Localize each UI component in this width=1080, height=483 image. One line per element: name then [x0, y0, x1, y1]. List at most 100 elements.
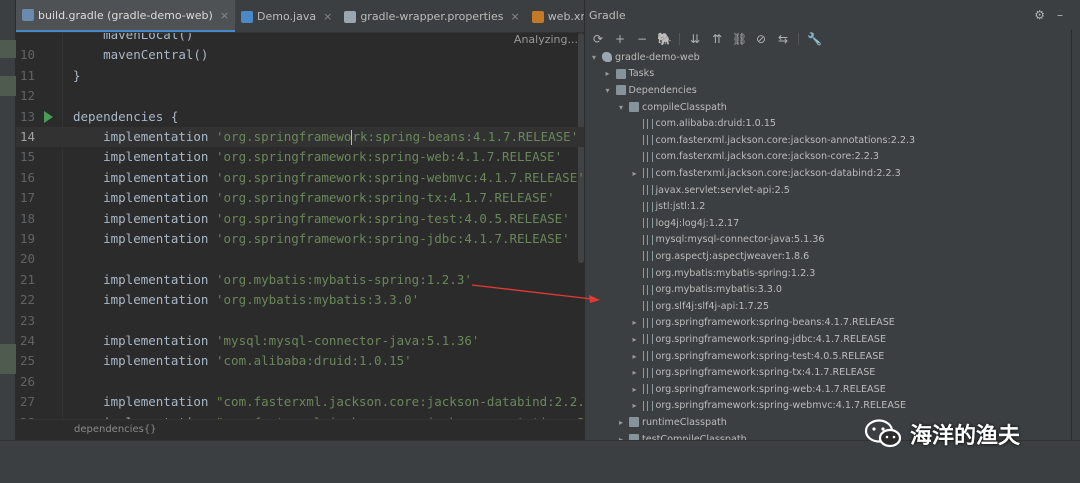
show-dependencies-icon[interactable]: ⇆	[776, 32, 790, 46]
string-literal: 'org.springframework:spring-jdbc:4.1.7.R…	[216, 231, 570, 246]
tree-node[interactable]: ▸ org.springframework:spring-web:4.1.7.RE…	[630, 381, 885, 398]
xml-file-icon	[531, 10, 544, 23]
tree-node[interactable]: ▾ Dependencies	[603, 82, 696, 99]
expand-all-icon[interactable]: ⇊	[688, 32, 702, 46]
tree-node[interactable]: org.mybatis:mybatis-spring:1.2.3	[630, 265, 815, 282]
tree-node[interactable]: ▸ com.fasterxml.jackson.core:jackson-data…	[630, 165, 900, 182]
code-text: implementation "com.fasterxml.jackson.co…	[73, 392, 584, 412]
expand-arrow-icon[interactable]: ▾	[589, 53, 599, 62]
code-line[interactable]: 20	[16, 249, 584, 269]
tree-node[interactable]: ▸ org.springframework:spring-webmvc:4.1.7…	[630, 398, 906, 415]
expand-arrow-icon[interactable]: ▾	[616, 103, 626, 112]
breadcrumb[interactable]: dependencies{}	[16, 419, 584, 440]
minimize-icon[interactable]: –	[1057, 8, 1063, 22]
settings-wrench-icon[interactable]: 🔧	[807, 32, 822, 46]
code-line[interactable]: 21 implementation 'org.mybatis:mybatis-s…	[16, 270, 584, 290]
code-line[interactable]: 17 implementation 'org.springframework:s…	[16, 188, 584, 208]
tree-node[interactable]: ▸ testCompileClasspath	[616, 431, 747, 440]
collapse-arrow-icon[interactable]: ▸	[630, 335, 640, 344]
folder-icon	[615, 68, 626, 79]
library-icon	[642, 251, 653, 262]
code-line[interactable]: 27 implementation "com.fasterxml.jackson…	[16, 392, 584, 412]
code-line[interactable]: 16 implementation 'org.springframework:s…	[16, 168, 584, 188]
tree-node[interactable]: ▸ org.springframework:spring-beans:4.1.7.…	[630, 315, 894, 332]
tree-node-label: org.slf4j:slf4j-api:1.7.25	[655, 300, 769, 312]
add-icon[interactable]: +	[613, 32, 627, 46]
link-project-icon[interactable]: ⛓	[732, 32, 747, 46]
line-number: 25	[19, 353, 35, 369]
collapse-all-icon[interactable]: ⇈	[710, 32, 724, 46]
collapse-arrow-icon[interactable]: ▸	[616, 418, 626, 427]
string-literal: 'org.springframework:spring-test:4.0.5.R…	[216, 210, 570, 226]
remove-icon[interactable]: −	[635, 32, 649, 46]
collapse-arrow-icon[interactable]: ▸	[630, 352, 640, 361]
tree-node[interactable]: com.alibaba:druid:1.0.15	[630, 115, 776, 132]
collapse-arrow-icon[interactable]: ▸	[630, 401, 640, 410]
library-icon	[642, 201, 653, 212]
code-line[interactable]: 19 implementation 'org.springframework:s…	[16, 229, 584, 249]
line-number: 19	[19, 231, 35, 246]
collapse-arrow-icon[interactable]: ▸	[603, 69, 613, 78]
code-line[interactable]: 10 mavenCentral()	[16, 45, 584, 65]
close-icon[interactable]: ×	[323, 10, 332, 23]
code-line[interactable]: 24 implementation 'mysql:mysql-connector…	[16, 331, 584, 351]
code-line[interactable]: 23	[16, 311, 584, 331]
close-icon[interactable]: ×	[220, 9, 229, 22]
code-line[interactable]: 26	[16, 372, 584, 392]
tree-node[interactable]: ▾ compileClasspath	[616, 99, 727, 116]
gradle-icon	[22, 9, 34, 21]
gear-icon[interactable]: ⚙	[1034, 8, 1045, 22]
code-line[interactable]: 25 implementation 'com.alibaba:druid:1.0…	[16, 351, 584, 371]
library-icon	[642, 234, 653, 245]
collapse-arrow-icon[interactable]: ▸	[630, 169, 640, 178]
tree-node[interactable]: ▸ org.springframework:spring-jdbc:4.1.7.R…	[630, 331, 886, 348]
code-line[interactable]: mavenLocal()	[16, 33, 584, 45]
tree-node[interactable]: ▸ runtimeClasspath	[616, 414, 727, 431]
code-text: implementation 'com.alibaba:druid:1.0.15…	[73, 351, 412, 371]
close-icon[interactable]: ×	[510, 10, 519, 23]
editor-tab[interactable]: Demo.java ×	[235, 0, 338, 32]
code-line[interactable]: 22 implementation 'org.mybatis:mybatis:3…	[16, 290, 584, 310]
tree-node[interactable]: javax.servlet:servlet-api:2.5	[630, 182, 790, 199]
tree-node[interactable]: ▾ gradle-demo-web	[589, 49, 700, 66]
code-line[interactable]: 13 dependencies {	[16, 107, 584, 127]
tree-node[interactable]: com.fasterxml.jackson.core:jackson-core:…	[630, 149, 879, 166]
tree-node[interactable]: ▸ org.springframework:spring-test:4.0.5.R…	[630, 348, 885, 365]
code-editor[interactable]: Analyzing... mavenLocal() 10 mavenCentral…	[16, 33, 584, 419]
code-token: dependencies {	[73, 108, 179, 124]
tree-node[interactable]: ▸ org.springframework:spring-tx:4.1.7.REL…	[630, 364, 875, 381]
tree-node-label: Tasks	[628, 68, 655, 80]
tree-node-label: org.mybatis:mybatis:3.3.0	[655, 284, 783, 296]
code-line[interactable]: 12	[16, 86, 584, 106]
run-icon[interactable]	[44, 110, 53, 123]
code-line[interactable]: 14 implementation 'org.springframework:s…	[16, 127, 584, 147]
execute-task-icon[interactable]: 🐘	[657, 32, 672, 46]
offline-mode-icon[interactable]: ⊘	[754, 32, 768, 46]
code-line[interactable]: 11}	[16, 66, 584, 86]
reload-icon[interactable]: ⟳	[591, 32, 605, 46]
collapse-arrow-icon[interactable]: ▸	[630, 368, 640, 377]
collapse-arrow-icon[interactable]: ▸	[630, 318, 640, 327]
expand-arrow-icon[interactable]: ▾	[603, 86, 613, 95]
java-class-icon	[241, 10, 254, 23]
tree-node[interactable]: ▸ Tasks	[603, 66, 655, 83]
code-line[interactable]: 18 implementation 'org.springframework:s…	[16, 209, 584, 229]
library-icon	[642, 351, 653, 362]
tree-node[interactable]: mysql:mysql-connector-java:5.1.36	[630, 232, 825, 249]
code-token: implementation	[73, 353, 216, 369]
editor-tab[interactable]: web.xml×	[526, 0, 584, 32]
editor-tab[interactable]: gradle-wrapper.properties ×	[338, 0, 525, 32]
editor-tab[interactable]: build.gradle (gradle-demo-web) ×	[16, 0, 236, 32]
code-text: implementation 'org.springframework:spri…	[73, 147, 562, 167]
code-line[interactable]: 15 implementation 'org.springframework:s…	[16, 147, 584, 167]
code-text: implementation 'mysql:mysql-connector-ja…	[73, 331, 479, 351]
tree-node[interactable]: org.mybatis:mybatis:3.3.0	[630, 281, 783, 298]
string-literal: 'org.mybatis:mybatis-spring:1.2.3'	[216, 271, 472, 287]
collapse-arrow-icon[interactable]: ▸	[630, 385, 640, 394]
tree-node-label: org.springframework:spring-test:4.0.5.RE…	[655, 350, 885, 362]
tree-node[interactable]: log4j:log4j:1.2.17	[630, 215, 739, 232]
tree-node[interactable]: com.fasterxml.jackson.core:jackson-annot…	[630, 132, 915, 149]
tree-node[interactable]: org.aspectj:aspectjweaver:1.8.6	[630, 248, 809, 265]
tree-node[interactable]: jstl:jstl:1.2	[630, 198, 705, 215]
tree-node[interactable]: org.slf4j:slf4j-api:1.7.25	[630, 298, 769, 315]
